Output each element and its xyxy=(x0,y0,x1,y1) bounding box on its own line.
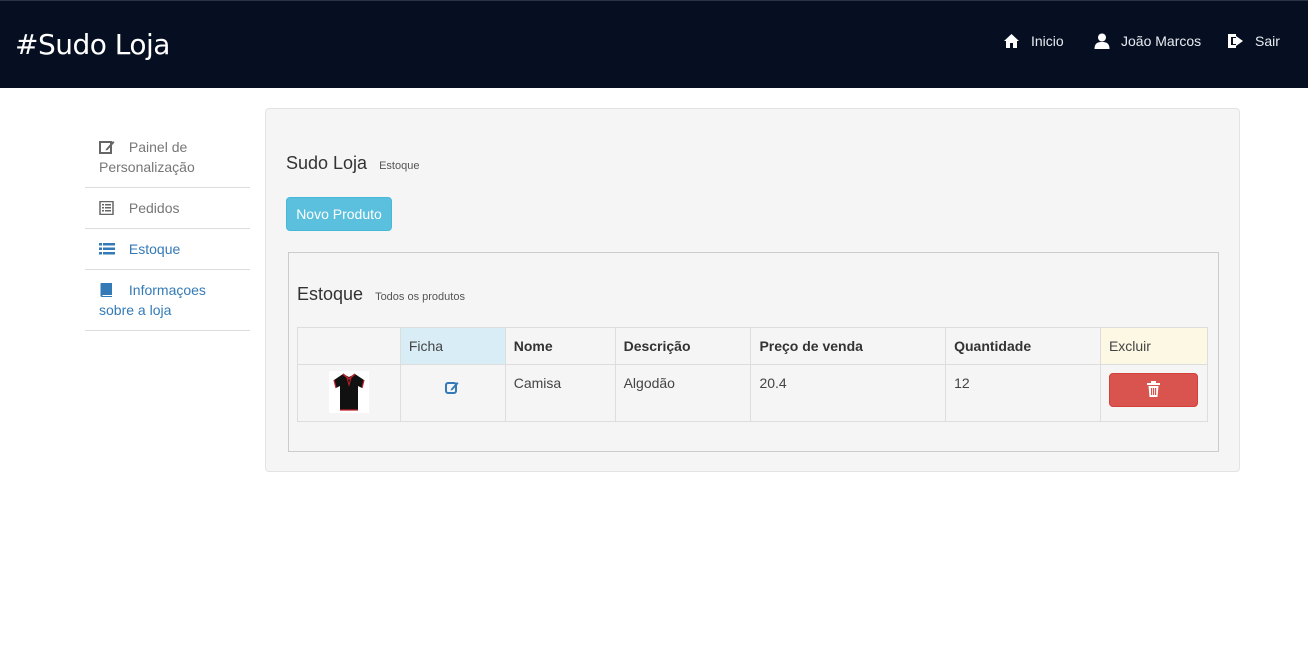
panel-title-text: Estoque xyxy=(297,284,364,304)
delete-button[interactable] xyxy=(1108,373,1198,407)
column-header-excluir: Excluir xyxy=(1099,327,1209,365)
sidebar-item-label: Estoque xyxy=(128,241,181,257)
stock-panel: Estoque Todos os produtos Ficha Nome Desc… xyxy=(288,252,1219,452)
page-subtitle: Estoque xyxy=(379,160,420,172)
top-navbar: #Sudo Loja Inicio João Marcos Sair xyxy=(0,0,1308,88)
book-icon xyxy=(100,283,112,297)
product-description: Algodão xyxy=(614,364,752,422)
edit-icon[interactable] xyxy=(445,380,460,394)
nav-inicio-link[interactable]: Inicio xyxy=(1003,33,1064,49)
column-header-descricao: Descrição xyxy=(614,327,752,365)
product-name: Camisa xyxy=(504,364,616,422)
column-header-image xyxy=(297,327,401,365)
column-header-quantidade: Quantidade xyxy=(945,327,1101,365)
column-header-preco: Preço de venda xyxy=(750,327,947,365)
product-thumbnail xyxy=(328,371,369,413)
panel-subtitle: Todos os produtos xyxy=(375,291,465,303)
nav-inicio-label: Inicio xyxy=(1031,33,1064,49)
sidebar-item-label: Pedidos xyxy=(128,200,180,216)
shirt-image xyxy=(333,373,365,411)
page-title-text: Sudo Loja xyxy=(286,153,368,173)
column-header-ficha: Ficha xyxy=(399,327,506,365)
stock-table: Ficha Nome Descrição Preço de venda Quan… xyxy=(297,327,1209,422)
trash-icon xyxy=(1146,381,1160,397)
sidebar-item-label: Informaçoes sobre a loja xyxy=(99,282,206,318)
panel-title: Estoque Todos os produtos xyxy=(297,284,465,305)
main-well: Sudo Loja Estoque Novo Produto Estoque Tod… xyxy=(265,108,1240,472)
list-icon xyxy=(99,243,115,255)
home-icon xyxy=(1004,34,1019,48)
sidebar-item-personalizacao[interactable]: Painel de Personalização xyxy=(85,127,250,188)
column-header-nome: Nome xyxy=(504,327,616,365)
brand-logo[interactable]: #Sudo Loja xyxy=(15,28,170,61)
sidebar: Painel de Personalização Pedidos Estoque… xyxy=(85,127,250,331)
list-alt-icon xyxy=(99,201,114,215)
sidebar-item-estoque[interactable]: Estoque xyxy=(85,229,250,270)
product-price: 20.4 xyxy=(750,364,947,422)
logout-icon xyxy=(1228,34,1243,48)
delete-cell xyxy=(1099,364,1209,422)
user-icon xyxy=(1094,33,1110,49)
nav-sair-label: Sair xyxy=(1255,33,1280,49)
sidebar-item-pedidos[interactable]: Pedidos xyxy=(85,188,250,229)
sidebar-item-informacoes[interactable]: Informaçoes sobre a loja xyxy=(85,270,250,331)
product-quantity: 12 xyxy=(945,364,1101,422)
table-row: Camisa Algodão 20.4 12 xyxy=(297,364,1209,422)
nav-user-link[interactable]: João Marcos xyxy=(1094,33,1201,49)
nav-user-label: João Marcos xyxy=(1121,33,1202,49)
edit-icon xyxy=(99,141,115,154)
table-header-row: Ficha Nome Descrição Preço de venda Quan… xyxy=(297,327,1209,365)
product-image-cell xyxy=(297,364,401,422)
new-product-button[interactable]: Novo Produto xyxy=(286,197,392,231)
page-title: Sudo Loja Estoque xyxy=(286,153,419,174)
nav-sair-link[interactable]: Sair xyxy=(1227,33,1280,49)
ficha-cell xyxy=(399,364,506,422)
